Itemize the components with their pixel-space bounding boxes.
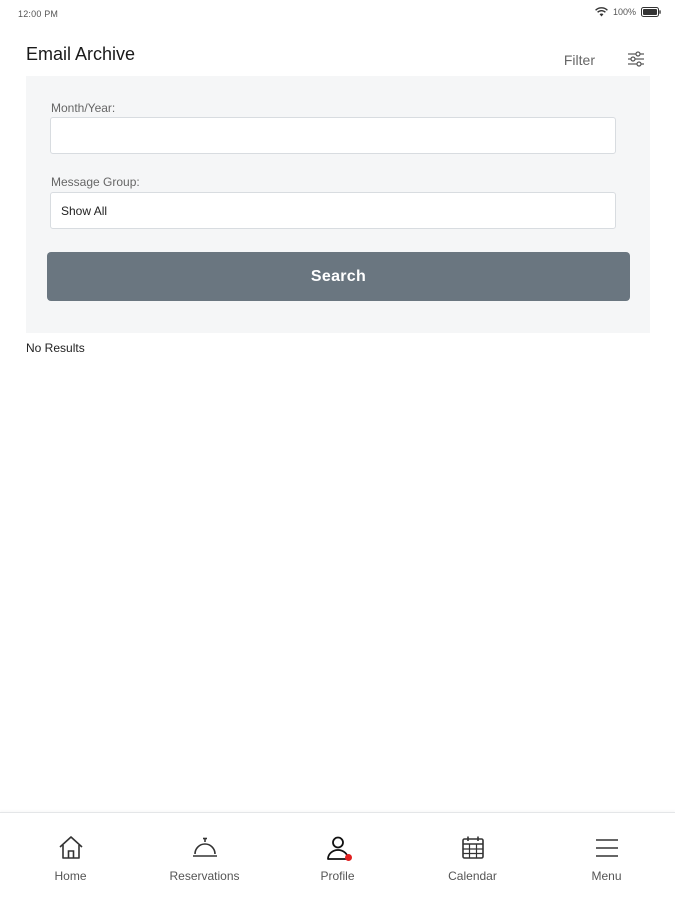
filter-button[interactable]: Filter [564,52,595,68]
calendar-icon [458,833,488,863]
status-time: 12:00 PM [18,9,59,19]
nav-label-home: Home [54,869,87,883]
nav-item-profile[interactable]: Profile [270,813,405,900]
nav-item-calendar[interactable]: Calendar [405,813,540,900]
status-indicators: 100% [595,7,661,17]
nav-item-home[interactable]: Home [3,813,138,900]
filter-panel: Month/Year: Message Group: Show All Sear… [26,76,650,333]
notification-dot [344,854,352,861]
nav-label-profile: Profile [320,869,355,883]
person-icon [323,833,353,863]
battery-percentage: 100% [612,7,636,17]
message-group-label: Message Group: [51,175,140,189]
no-results-text: No Results [26,341,85,355]
page-header: Email Archive Filter [26,40,649,72]
service-bell-icon [190,833,220,863]
status-bar: 12:00 PM 100% [0,0,675,28]
search-button-label: Search [310,267,367,285]
home-icon [56,833,86,863]
message-group-select[interactable]: Show All [50,192,616,229]
battery-icon [641,7,661,17]
hamburger-menu-icon [592,833,622,863]
search-button[interactable]: Search [47,252,630,301]
sliders-icon[interactable] [627,51,645,72]
page-title: Email Archive [26,44,136,64]
bottom-nav: Home Reservations Profile Calendar Menu [0,812,675,900]
nav-label-menu: Menu [591,869,622,883]
nav-label-calendar: Calendar [448,869,497,883]
wifi-icon [595,7,608,17]
nav-item-reservations[interactable]: Reservations [137,813,272,900]
month-year-label: Month/Year: [51,101,116,115]
nav-item-menu[interactable]: Menu [539,813,674,900]
month-year-input[interactable] [50,117,616,154]
message-group-selected-value: Show All [61,203,108,218]
nav-label-reservations: Reservations [169,869,240,883]
